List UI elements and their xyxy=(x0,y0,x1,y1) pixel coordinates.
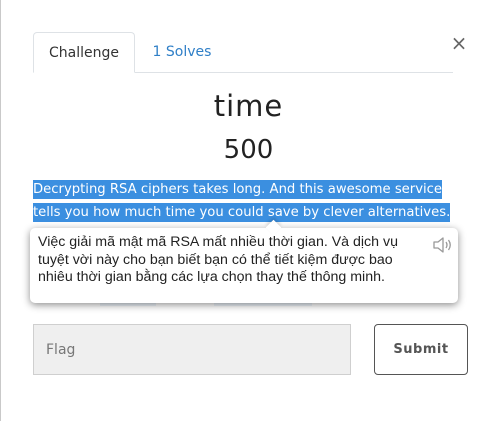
tab-solves[interactable]: 1 Solves xyxy=(147,32,217,72)
challenge-points: 500 xyxy=(223,135,274,165)
challenge-tabs: Challenge 1 Solves xyxy=(33,32,453,73)
close-icon[interactable]: × xyxy=(450,33,468,53)
challenge-description: Decrypting RSA ciphers takes long. And t… xyxy=(33,178,461,224)
translation-text: Việc giải mã mật mã RSA mất nhiều thời g… xyxy=(38,234,398,285)
translation-tooltip: Việc giải mã mật mã RSA mất nhiều thời g… xyxy=(30,219,458,303)
submit-button[interactable]: Submit xyxy=(374,324,468,375)
selected-description-text: Decrypting RSA ciphers takes long. And t… xyxy=(33,180,451,222)
tab-challenge[interactable]: Challenge xyxy=(33,32,135,73)
speaker-icon[interactable] xyxy=(432,236,454,254)
modal-left-edge xyxy=(0,0,1,421)
challenge-title: time xyxy=(213,89,284,123)
flag-input[interactable] xyxy=(33,324,351,375)
